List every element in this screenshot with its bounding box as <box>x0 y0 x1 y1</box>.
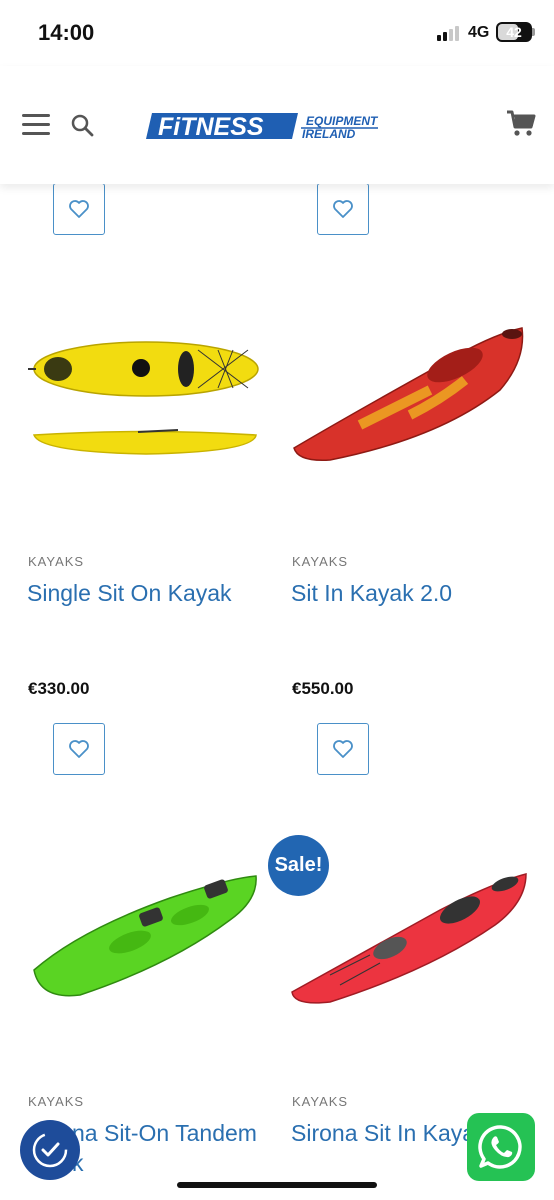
product-image[interactable] <box>293 327 524 461</box>
battery-icon: 42 <box>496 22 532 42</box>
accessibility-icon <box>32 1132 68 1168</box>
menu-icon[interactable] <box>22 114 50 136</box>
battery-level: 42 <box>506 24 522 40</box>
network-label: 4G <box>468 24 490 41</box>
whatsapp-icon <box>478 1125 522 1169</box>
product-price: €550.00 <box>292 679 354 698</box>
product-title[interactable]: Sit In Kayak 2.0 <box>291 580 452 607</box>
wishlist-button[interactable] <box>53 723 105 775</box>
accessibility-button[interactable] <box>20 1120 80 1180</box>
product-price: €330.00 <box>28 679 90 698</box>
wishlist-button[interactable] <box>317 723 369 775</box>
heart-icon <box>333 200 353 218</box>
status-time: 14:00 <box>38 20 95 45</box>
whatsapp-button[interactable] <box>467 1113 535 1181</box>
heart-icon <box>69 740 89 758</box>
logo-sub-text-1: EQUIPMENT <box>306 114 379 128</box>
logo-sub-text-2: IRELAND <box>302 127 356 141</box>
site-logo[interactable]: FiTNESS EQUIPMENT IRELAND <box>146 110 408 142</box>
heart-icon <box>69 200 89 218</box>
product-title[interactable]: na Sit-On Tandem <box>72 1120 257 1147</box>
product-image[interactable] <box>290 870 528 1010</box>
product-category: KAYAKS <box>292 1094 349 1109</box>
product-title[interactable]: Sirona Sit In Kaya <box>291 1120 475 1147</box>
product-category: KAYAKS <box>28 554 85 569</box>
home-indicator <box>177 1182 377 1188</box>
wishlist-button[interactable] <box>53 183 105 235</box>
product-category: KAYAKS <box>292 554 349 569</box>
search-icon[interactable] <box>70 113 94 137</box>
product-image[interactable] <box>28 320 264 470</box>
signal-icon <box>437 25 463 41</box>
site-header: FiTNESS EQUIPMENT IRELAND <box>0 66 554 184</box>
cart-icon[interactable] <box>506 109 536 137</box>
product-category: KAYAKS <box>28 1094 85 1109</box>
wishlist-button[interactable] <box>317 183 369 235</box>
status-bar: 14:00 4G 42 <box>0 0 554 66</box>
heart-icon <box>333 740 353 758</box>
product-image[interactable] <box>30 870 260 1002</box>
logo-main-text: FiTNESS <box>158 113 264 141</box>
sale-badge: Sale! <box>268 835 329 896</box>
product-title[interactable]: Single Sit On Kayak <box>27 580 232 607</box>
